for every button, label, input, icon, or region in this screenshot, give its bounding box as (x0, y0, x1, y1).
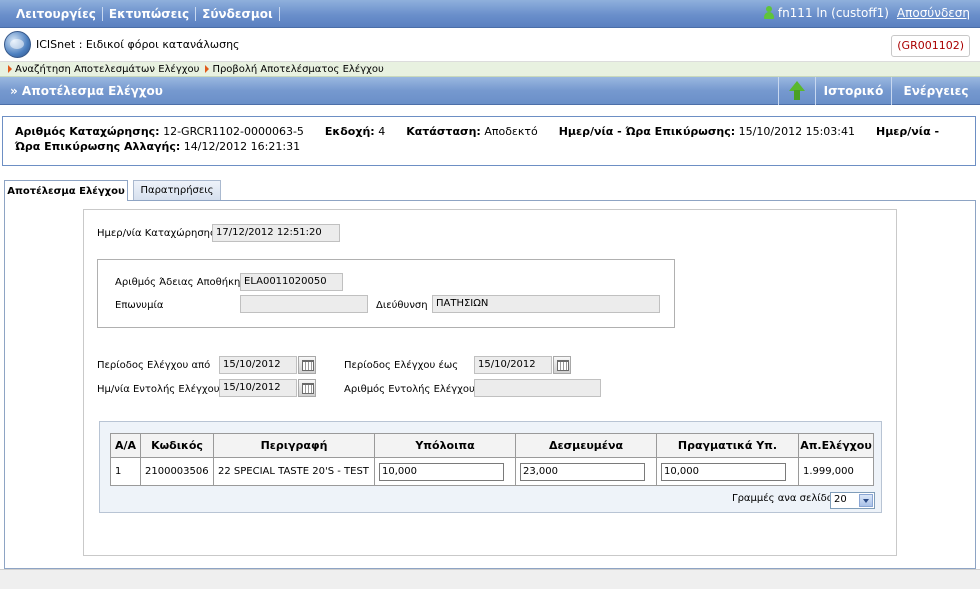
period-to-label: Περίοδος Ελέγχου έως (344, 360, 459, 371)
rows-per-page-select[interactable]: 20 (830, 492, 875, 509)
rows-per-page-value: 20 (834, 494, 847, 505)
license-field: ELA0011020050 (240, 273, 343, 291)
breadcrumb-item-search[interactable]: Αναζήτηση Αποτελεσμάτων Ελέγχου (15, 64, 199, 75)
history-button[interactable]: Ιστορικό (815, 77, 891, 105)
up-arrow-icon (789, 81, 805, 101)
order-date-label: Ημ/νία Εντολής Ελέγχου (97, 384, 220, 395)
breadcrumb-arrow-icon (8, 65, 12, 73)
calendar-icon[interactable] (298, 356, 316, 374)
change-date-label-part1: Ημερ/νία - (875, 125, 940, 138)
column-header-control-result: Απ.Ελέγχου (798, 433, 874, 458)
menu-item-prints[interactable]: Εκτυπώσεις (103, 7, 197, 21)
confirm-date-value: 15/10/2012 15:03:41 (738, 125, 855, 138)
change-date-label-part2: Ώρα Επικύρωσης Αλλαγής: (15, 140, 181, 153)
app-header: ICISnet : Ειδικοί φόροι κατανάλωσης (GR0… (0, 28, 980, 62)
column-header-aa: Α/Α (110, 433, 141, 458)
action-buttons: Ιστορικό Ενέργειες (778, 77, 980, 105)
order-number-label: Αριθμός Εντολής Ελέγχου (344, 384, 475, 395)
record-info-box: Αριθμός Καταχώρησης: 12-GRCR1102-0000063… (2, 116, 976, 166)
top-menu-bar: Λειτουργίες Εκτυπώσεις Σύνδεσμοι fn111 l… (0, 0, 980, 28)
confirm-date-label: Ημερ/νία - Ώρα Επικύρωσης: (558, 125, 736, 138)
bottom-bar (0, 569, 980, 589)
warehouse-box (97, 259, 675, 328)
user-icon (763, 6, 775, 20)
tab-remarks[interactable]: Παρατηρήσεις (133, 180, 221, 200)
main-menu: Λειτουργίες Εκτυπώσεις Σύνδεσμοι (10, 7, 280, 21)
cell-control-result: 1.999,000 (798, 457, 874, 486)
reg-number-label: Αριθμός Καταχώρησης: (15, 125, 160, 138)
globe-logo-icon (4, 31, 31, 58)
period-to-field: 15/10/2012 (474, 356, 552, 374)
order-number-field (474, 379, 601, 397)
menu-item-links[interactable]: Σύνδεσμοι (196, 7, 280, 21)
table-header-row: Α/Α Κωδικός Περιγραφή Υπόλοιπα Δεσμευμέν… (110, 433, 874, 458)
cell-description: 22 SPECIAL TASTE 20'S - TEST (213, 457, 375, 486)
column-header-code: Κωδικός (140, 433, 214, 458)
office-code-badge: (GR001102) (891, 35, 970, 57)
cell-reserved: 23,000 (515, 457, 657, 486)
name-field (240, 295, 368, 313)
status-value: Αποδεκτό (484, 125, 538, 138)
version-value: 4 (378, 125, 386, 138)
breadcrumb-item-view: Προβολή Αποτελέσματος Ελέγχου (212, 63, 384, 75)
address-label: Διεύθυνση (376, 300, 428, 311)
version-label: Εκδοχή: (324, 125, 375, 138)
products-table: Α/Α Κωδικός Περιγραφή Υπόλοιπα Δεσμευμέν… (110, 433, 874, 486)
user-area: fn111 ln (custoff1) Αποσύνδεση (763, 6, 970, 20)
license-label: Αριθμός Άδειας Αποθήκης (115, 277, 247, 288)
change-date-value: 14/12/2012 16:21:31 (183, 140, 301, 153)
reg-number-value: 12-GRCR1102-0000063-5 (163, 125, 304, 138)
period-from-field: 15/10/2012 (219, 356, 297, 374)
tab-control-result[interactable]: Αποτέλεσμα Ελέγχου (4, 180, 128, 201)
app-title: ICISnet : Ειδικοί φόροι κατανάλωσης (36, 38, 240, 51)
cell-aa: 1 (110, 457, 141, 486)
breadcrumb-arrow-icon (205, 65, 210, 73)
reserved-input[interactable]: 23,000 (520, 462, 645, 481)
table-row: 1 2100003506 22 SPECIAL TASTE 20'S - TES… (110, 457, 874, 486)
address-field: ΠΑΤΗΣΙΩΝ (432, 295, 660, 313)
actions-button[interactable]: Ενέργειες (891, 77, 980, 105)
column-header-actual: Πραγματικά Υπ. (656, 433, 799, 458)
name-label: Επωνυμία (115, 300, 164, 311)
chevron-down-icon[interactable] (859, 494, 873, 507)
logout-link[interactable]: Αποσύνδεση (897, 6, 970, 20)
reg-date-label: Ημερ/νία Καταχώρησης (97, 228, 216, 239)
up-button[interactable] (778, 77, 815, 105)
rows-per-page-label: Γραμμές ανα σελίδα: (732, 493, 837, 504)
calendar-icon[interactable] (298, 379, 316, 397)
section-title-bar: » Αποτέλεσμα Ελέγχου Ιστορικό Ενέργειες (0, 77, 980, 105)
column-header-balance: Υπόλοιπα (374, 433, 516, 458)
cell-actual: 10,000 (656, 457, 799, 486)
actual-input[interactable]: 10,000 (661, 462, 786, 481)
order-date-field: 15/10/2012 (219, 379, 297, 397)
column-header-description: Περιγραφή (213, 433, 375, 458)
user-name: fn111 ln (custoff1) (777, 6, 889, 20)
calendar-icon[interactable] (553, 356, 571, 374)
cell-code: 2100003506 (140, 457, 214, 486)
breadcrumb: Αναζήτηση Αποτελεσμάτων Ελέγχου Προβολή … (0, 62, 980, 77)
status-label: Κατάσταση: (406, 125, 481, 138)
period-from-label: Περίοδος Ελέγχου από (97, 360, 211, 371)
reg-date-field: 17/12/2012 12:51:20 (212, 224, 340, 242)
cell-balance: 10,000 (374, 457, 516, 486)
column-header-reserved: Δεσμευμένα (515, 433, 657, 458)
menu-item-functions[interactable]: Λειτουργίες (10, 7, 103, 21)
page-title: » Αποτέλεσμα Ελέγχου (10, 84, 163, 98)
balance-input[interactable]: 10,000 (379, 462, 504, 481)
